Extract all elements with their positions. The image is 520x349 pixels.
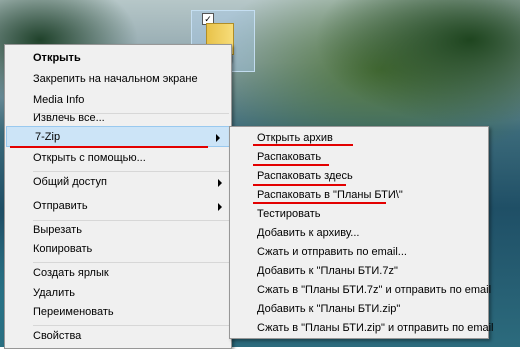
menu-item-properties[interactable]: Свойства xyxy=(5,326,231,347)
submenu-arrow-icon xyxy=(216,134,220,142)
menu-item-open-with[interactable]: Открыть с помощью... xyxy=(5,148,231,169)
submenu-item-add-zip[interactable]: Добавить к "Планы БТИ.zip" xyxy=(230,299,488,320)
menu-item-pin-start[interactable]: Закрепить на начальном экране xyxy=(5,69,231,90)
menu-item-share-label: Общий доступ xyxy=(33,176,107,188)
menu-item-copy[interactable]: Копировать xyxy=(5,239,231,260)
annotation-underline-extract-to xyxy=(253,202,386,204)
menu-item-send-to[interactable]: Отправить xyxy=(5,196,231,217)
menu-item-create-shortcut[interactable]: Создать ярлык xyxy=(5,263,231,284)
submenu-arrow-icon xyxy=(218,179,222,187)
submenu-item-add-to-archive[interactable]: Добавить к архиву... xyxy=(230,223,488,244)
annotation-underline-extract-here xyxy=(253,184,346,186)
menu-item-7zip-label: 7-Zip xyxy=(35,131,61,143)
menu-item-share[interactable]: Общий доступ xyxy=(5,172,231,193)
menu-item-7zip[interactable]: 7-Zip xyxy=(6,126,230,147)
submenu-item-test[interactable]: Тестировать xyxy=(230,204,488,225)
menu-item-open[interactable]: Открыть xyxy=(5,48,231,69)
menu-item-send-to-label: Отправить xyxy=(33,200,88,212)
submenu-item-compress-7z-email[interactable]: Сжать в "Планы БТИ.7z" и отправить по em… xyxy=(230,280,491,301)
annotation-underline-open-archive xyxy=(253,144,353,146)
menu-item-rename[interactable]: Переименовать xyxy=(5,302,231,323)
submenu-item-compress-zip-email[interactable]: Сжать в "Планы БТИ.zip" и отправить по e… xyxy=(230,318,494,339)
submenu-arrow-icon xyxy=(218,203,222,211)
annotation-underline-extract xyxy=(253,164,329,166)
annotation-underline-7zip xyxy=(10,146,208,148)
menu-item-delete[interactable]: Удалить xyxy=(5,283,231,304)
submenu-item-add-7z[interactable]: Добавить к "Планы БТИ.7z" xyxy=(230,261,488,282)
menu-item-cut[interactable]: Вырезать xyxy=(5,220,231,241)
submenu-7zip: Открыть архив Распаковать Распаковать зд… xyxy=(229,126,494,339)
context-menu: Открыть Закрепить на начальном экране Me… xyxy=(4,44,232,349)
submenu-item-compress-email[interactable]: Сжать и отправить по email... xyxy=(230,242,488,263)
